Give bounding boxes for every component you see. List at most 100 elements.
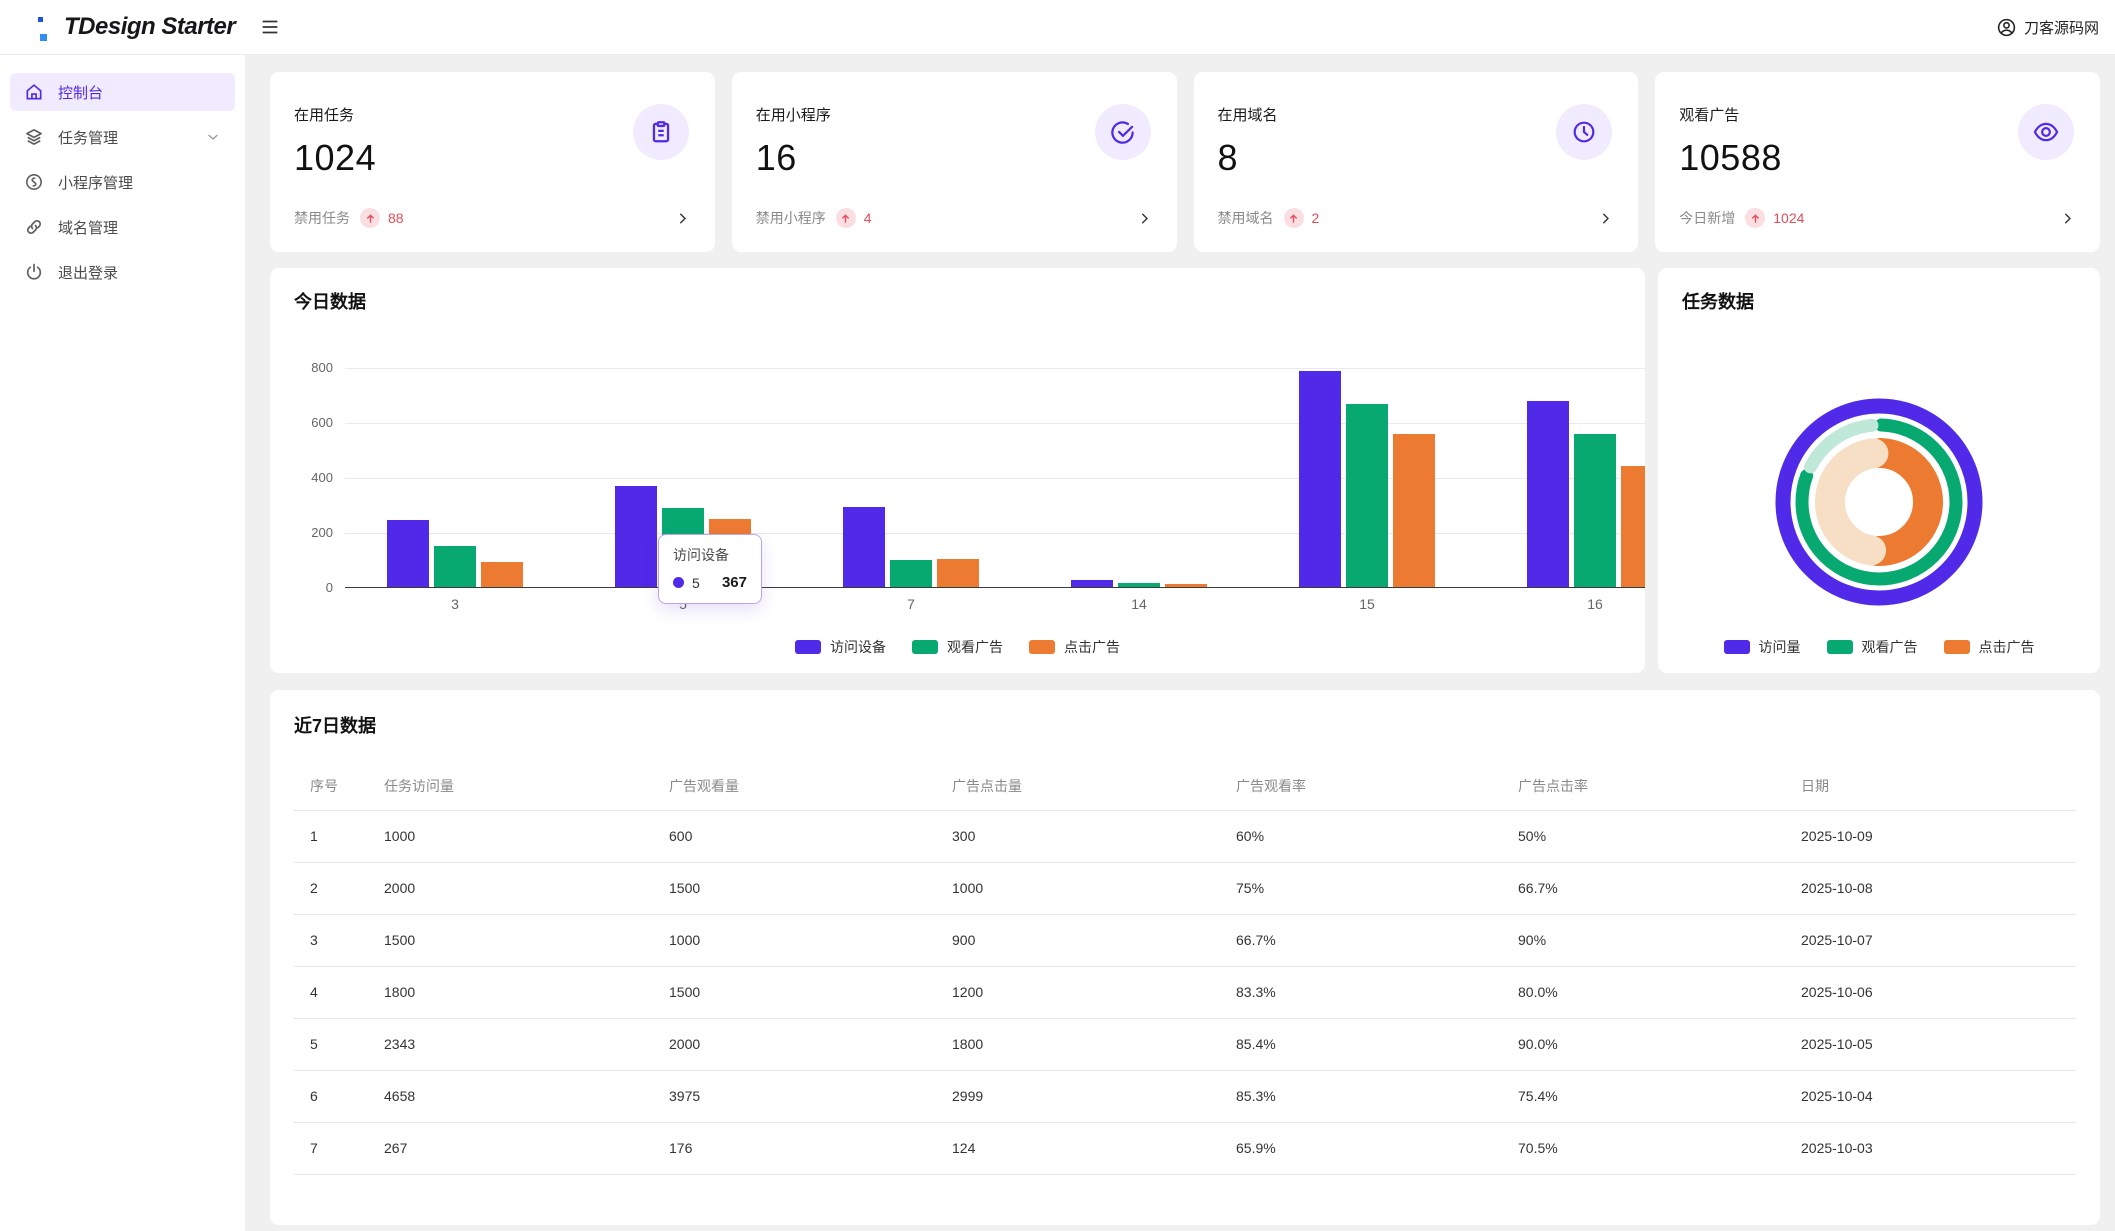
stat-card-value: 1024	[294, 137, 377, 178]
miniprogram-icon	[24, 172, 44, 192]
stat-card-label: 在用任务	[294, 107, 355, 124]
sidebar-item-label: 域名管理	[58, 219, 119, 237]
stat-card-value: 8	[1217, 137, 1239, 178]
table-cell: 1500	[669, 862, 952, 915]
table-cell: 66.7%	[1518, 862, 1801, 915]
x-axis-tick: 14	[1131, 596, 1147, 612]
table-cell: 60%	[1236, 810, 1518, 863]
table-cell: 2025-10-06	[1801, 966, 2076, 1019]
chart-tooltip: 访问设备 5 367	[658, 534, 762, 604]
trend-up-badge	[1745, 208, 1766, 228]
table-row: 3 1500 1000 900 66.7% 90% 2025-10-07	[294, 914, 2076, 967]
table-cell: 85.4%	[1236, 1018, 1518, 1071]
layers-icon	[24, 127, 44, 147]
bar-group-15	[1299, 368, 1435, 587]
legend-item-访问量[interactable]: 访问量	[1723, 637, 1801, 657]
chevron-down-icon[interactable]	[205, 129, 221, 145]
table-cell: 1000	[384, 810, 669, 863]
gridline	[345, 478, 1645, 479]
bar-访问设备-16[interactable]	[1527, 401, 1569, 587]
sidebar-item-label: 任务管理	[58, 129, 119, 147]
donut-ring-访问量[interactable]	[1775, 398, 1983, 606]
table-cell: 2025-10-03	[1801, 1122, 2076, 1175]
x-axis-tick: 16	[1587, 596, 1603, 612]
x-axis-tick: 3	[451, 596, 459, 612]
bar-group-16	[1527, 368, 1645, 587]
legend-item-点击广告[interactable]: 点击广告	[1943, 637, 2035, 657]
eye-icon	[2032, 118, 2060, 146]
table-cell: 1	[294, 810, 384, 863]
stat-card-active-domains: 在用域名 8 禁用域名 2	[1193, 72, 1639, 252]
column-header: 广告观看量	[669, 762, 952, 811]
user-menu[interactable]: 刀客源码网	[1996, 17, 2099, 38]
stat-card-icon-circle	[2018, 104, 2074, 160]
sidebar-item-console[interactable]: 控制台	[10, 73, 235, 111]
stat-footer-label: 禁用任务	[294, 210, 350, 226]
chevron-right-icon[interactable]	[1136, 210, 1153, 227]
bar-访问设备-5[interactable]	[615, 486, 657, 587]
stat-card-icon-circle	[1556, 104, 1613, 160]
sidebar-item-label: 小程序管理	[58, 174, 134, 192]
today-data-card: 今日数据 0 200 400 600 800 3 5 7 14 15 16 访问设备 观看广告 点击广告…	[270, 268, 1645, 673]
bar-观看广告-14[interactable]	[1118, 582, 1160, 587]
bar-访问设备-15[interactable]	[1299, 371, 1341, 587]
stat-footer-label: 禁用域名	[1217, 210, 1274, 226]
sidebar-item-tasks[interactable]: 任务管理	[10, 118, 235, 156]
stat-card-label: 观看广告	[1679, 107, 1740, 124]
tooltip-series-name: 访问设备	[673, 547, 729, 563]
chevron-right-icon[interactable]	[674, 210, 691, 227]
legend-swatch	[795, 640, 821, 654]
chevron-right-icon[interactable]	[2059, 210, 2076, 227]
bar-访问设备-3[interactable]	[387, 519, 429, 587]
table-cell: 4658	[384, 1070, 669, 1123]
table-cell: 2000	[384, 862, 669, 915]
bar-chart-plot[interactable]	[345, 368, 1645, 588]
sidebar-item-label: 控制台	[58, 84, 104, 102]
bar-访问设备-7[interactable]	[843, 507, 885, 587]
donut-chart[interactable]	[1773, 396, 1985, 613]
bar-点击广告-7[interactable]	[937, 558, 979, 587]
y-axis-tick: 600	[311, 415, 333, 430]
recent-data-table: 序号 任务访问量 广告观看量 广告点击量 广告观看率 广告点击率 日期 1 1000 600 30…	[294, 762, 2076, 1175]
sidebar-item-logout[interactable]: 退出登录	[10, 253, 235, 291]
column-header: 广告点击量	[952, 762, 1236, 811]
legend-label: 访问设备	[830, 639, 886, 655]
bar-点击广告-15[interactable]	[1393, 434, 1435, 587]
legend-swatch	[1826, 640, 1853, 654]
donut-chart-title: 任务数据	[1682, 292, 1754, 312]
bar-点击广告-16[interactable]	[1621, 466, 1645, 587]
tooltip-marker-dot	[673, 577, 684, 588]
logo-square-large	[40, 34, 47, 41]
table-header: 序号 任务访问量 广告观看量 广告点击量 广告观看率 广告点击率 日期	[294, 762, 2076, 811]
legend-item-访问设备[interactable]: 访问设备	[795, 637, 886, 657]
legend-label: 观看广告	[1861, 639, 1918, 655]
sidebar-item-domains[interactable]: 域名管理	[10, 208, 235, 246]
bar-观看广告-15[interactable]	[1346, 404, 1388, 587]
user-name: 刀客源码网	[2023, 19, 2099, 37]
table-title: 近7日数据	[294, 716, 377, 736]
stat-card-footer: 禁用小程序 4	[756, 208, 1153, 228]
bar-观看广告-7[interactable]	[890, 559, 932, 587]
bar-观看广告-3[interactable]	[434, 546, 476, 587]
sidebar-item-miniprogram[interactable]: 小程序管理	[10, 163, 235, 201]
bar-点击广告-3[interactable]	[481, 562, 523, 587]
stat-card-label: 在用域名	[1217, 107, 1278, 124]
menu-toggle-icon[interactable]	[257, 14, 283, 40]
table-row: 6 4658 3975 2999 85.3% 75.4% 2025-10-04	[294, 1070, 2076, 1123]
main-content: 在用任务 1024 禁用任务 88 在用小程序 16 禁用小程序 4 在用域名 8 禁用域名 2 观看广…	[245, 55, 2115, 1231]
stat-card-value: 16	[755, 137, 797, 178]
legend-item-点击广告[interactable]: 点击广告	[1029, 637, 1120, 657]
table-cell: 2025-10-08	[1801, 862, 2076, 915]
legend-item-观看广告[interactable]: 观看广告	[912, 637, 1003, 657]
column-header: 序号	[294, 762, 384, 811]
arrow-up-icon	[1750, 213, 1761, 224]
chevron-right-icon[interactable]	[1597, 210, 1614, 227]
bar-点击广告-14[interactable]	[1165, 584, 1207, 587]
sidebar-item-label: 退出登录	[58, 264, 119, 282]
stat-card-icon-circle	[1094, 104, 1151, 160]
stat-card-active-tasks: 在用任务 1024 禁用任务 88	[270, 72, 715, 252]
legend-item-观看广告[interactable]: 观看广告	[1826, 637, 1918, 657]
clipboard-icon	[648, 119, 674, 145]
bar-访问设备-14[interactable]	[1071, 580, 1113, 587]
bar-观看广告-16[interactable]	[1574, 434, 1616, 587]
